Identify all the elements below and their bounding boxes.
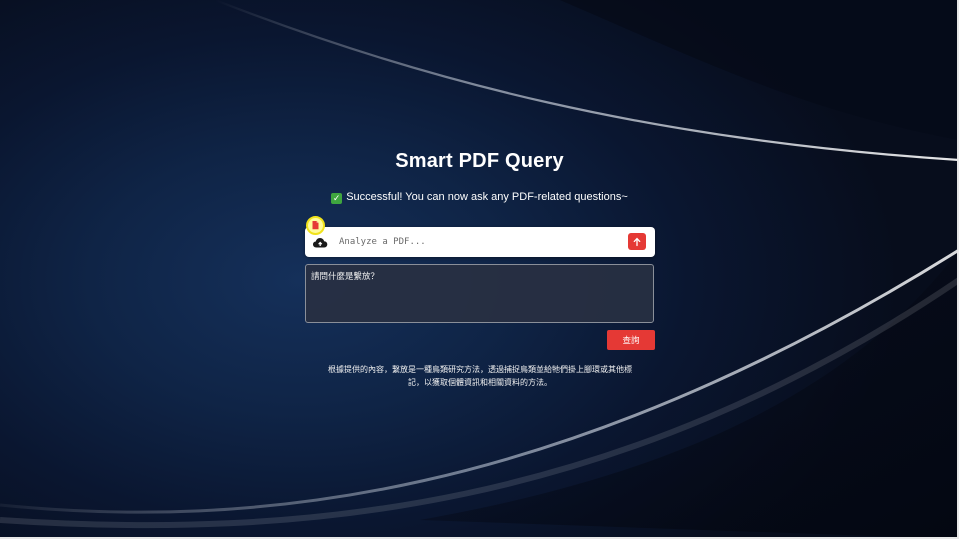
arrow-up-icon <box>633 237 641 246</box>
app-window: Smart PDF Query ✓ Successful! You can now… <box>0 0 959 539</box>
pdf-upload-bar <box>305 227 655 257</box>
pdf-file-icon <box>312 221 319 230</box>
status-message: ✓ Successful! You can now ask any PDF-rel… <box>0 191 959 204</box>
pdf-file-badge[interactable] <box>306 216 325 235</box>
answer-text: 根據提供的內容，繫放是一種鳥類研究方法，透過捕捉鳥類並給牠們掛上腳環或其他標記，… <box>328 365 632 387</box>
question-textarea[interactable]: 請問什麼是繫放？ <box>305 264 654 323</box>
pdf-analyze-input[interactable] <box>339 232 609 252</box>
check-mark-icon: ✓ <box>331 193 343 204</box>
page-title: Smart PDF Query <box>395 150 564 172</box>
status-text: Successful! You can now ask any PDF-rela… <box>346 191 628 203</box>
query-button[interactable]: 查詢 <box>607 330 655 350</box>
upload-send-button[interactable] <box>628 233 646 250</box>
